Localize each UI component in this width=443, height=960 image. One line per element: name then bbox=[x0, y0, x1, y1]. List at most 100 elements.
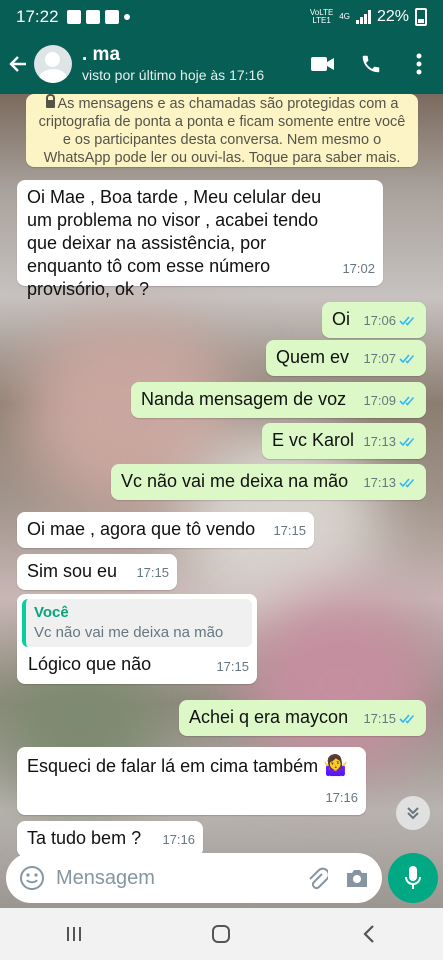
message-text: Vc não vai me deixa na mão bbox=[121, 471, 349, 491]
camera-icon[interactable] bbox=[344, 865, 370, 891]
message-time: 17:02 bbox=[342, 261, 375, 276]
message-text: Achei q era maycon bbox=[189, 707, 349, 727]
recent-apps-icon bbox=[66, 927, 81, 941]
facebook-icon bbox=[66, 10, 81, 24]
message-text: Ta tudo bem ? bbox=[27, 828, 142, 848]
message-incoming[interactable]: Ta tudo bem ? 17:16 bbox=[17, 821, 203, 857]
mic-icon bbox=[405, 866, 421, 889]
message-time: 17:13 bbox=[363, 475, 396, 490]
message-time: 17:16 bbox=[325, 790, 358, 805]
back-icon bbox=[363, 925, 374, 943]
read-receipt-icon bbox=[399, 714, 415, 724]
message-meta: 17:13 bbox=[363, 430, 418, 453]
message-icon bbox=[104, 10, 119, 24]
home-button[interactable] bbox=[197, 910, 245, 958]
message-meta: 17:02 bbox=[342, 257, 375, 280]
message-text: E vc Karol bbox=[272, 430, 355, 450]
read-receipt-icon bbox=[399, 478, 415, 488]
gallery-icon bbox=[85, 10, 100, 24]
message-text: Oi bbox=[332, 309, 350, 329]
message-outgoing[interactable]: Achei q era maycon 17:15 bbox=[179, 700, 426, 736]
encryption-notice[interactable]: As mensagens e as chamadas são protegida… bbox=[26, 94, 418, 167]
message-incoming[interactable]: Sim sou eu 17:15 bbox=[17, 554, 177, 590]
message-outgoing[interactable]: Vc não vai me deixa na mão 17:13 bbox=[111, 464, 426, 500]
lock-icon bbox=[45, 94, 55, 108]
message-meta: 17:09 bbox=[363, 389, 418, 412]
message-time: 17:06 bbox=[363, 313, 396, 328]
message-meta: 17:15 bbox=[273, 519, 306, 542]
status-right: VoLTE LTE1 4G 22% bbox=[310, 8, 427, 26]
header-actions bbox=[299, 40, 443, 88]
back-arrow-icon[interactable] bbox=[4, 34, 32, 94]
notification-icons bbox=[66, 10, 130, 24]
message-meta: 17:15 bbox=[216, 655, 249, 678]
scroll-down-button[interactable] bbox=[396, 796, 430, 830]
message-composer: Mensagem bbox=[6, 853, 382, 903]
message-time: 17:15 bbox=[363, 711, 396, 726]
message-text: Oi mae , agora que tô vendo bbox=[27, 519, 256, 539]
chat-header: . ma visto por último hoje às 17:16 bbox=[0, 34, 443, 94]
last-seen: visto por último hoje às 17:16 bbox=[82, 67, 265, 83]
message-meta: 17:16 bbox=[325, 786, 358, 809]
message-time: 17:13 bbox=[363, 434, 396, 449]
message-text: Lógico que não bbox=[28, 654, 152, 674]
status-bar: 17:22 VoLTE LTE1 4G 22% bbox=[0, 0, 443, 34]
read-receipt-icon bbox=[399, 316, 415, 326]
message-incoming-reply[interactable]: Você Vc não vai me deixa na mão Lógico q… bbox=[17, 594, 257, 684]
message-outgoing[interactable]: Oi 17:06 bbox=[322, 302, 426, 338]
message-time: 17:15 bbox=[216, 659, 249, 674]
volte-indicator: VoLTE LTE1 bbox=[310, 9, 333, 25]
message-time: 17:15 bbox=[136, 565, 169, 580]
message-incoming[interactable]: Oi mae , agora que tô vendo 17:15 bbox=[17, 512, 314, 548]
lte-label: LTE1 bbox=[312, 16, 331, 25]
contact-info[interactable]: . ma visto por último hoje às 17:16 bbox=[82, 44, 264, 84]
message-meta: 17:16 bbox=[162, 828, 195, 851]
recent-apps-button[interactable] bbox=[50, 910, 98, 958]
read-receipt-icon bbox=[399, 437, 415, 447]
battery-percent: 22% bbox=[376, 8, 409, 25]
attach-icon[interactable] bbox=[304, 865, 330, 891]
read-receipt-icon bbox=[399, 354, 415, 364]
message-text: Esqueci de falar lá em cima também bbox=[27, 756, 319, 776]
shrug-emoji-icon: 🤷‍♀️ bbox=[323, 755, 349, 777]
system-nav-bar bbox=[0, 908, 443, 960]
message-meta: 17:13 bbox=[363, 471, 418, 494]
signal-icon bbox=[355, 10, 371, 24]
contact-name: . ma bbox=[82, 44, 121, 65]
more-notifications-icon bbox=[123, 14, 130, 20]
message-outgoing[interactable]: E vc Karol 17:13 bbox=[262, 423, 426, 459]
message-input[interactable]: Mensagem bbox=[56, 867, 290, 890]
quote-text: Vc não vai me deixa na mão bbox=[34, 624, 224, 641]
phone-icon[interactable] bbox=[347, 40, 395, 88]
more-icon[interactable] bbox=[395, 40, 443, 88]
message-incoming[interactable]: Esqueci de falar lá em cima também 🤷‍♀️ … bbox=[17, 747, 366, 815]
back-button[interactable] bbox=[345, 910, 393, 958]
message-time: 17:07 bbox=[363, 351, 396, 366]
home-icon bbox=[212, 925, 231, 943]
message-text: Sim sou eu bbox=[27, 561, 118, 581]
message-time: 17:16 bbox=[162, 832, 195, 847]
message-outgoing[interactable]: Quem ev 17:07 bbox=[266, 340, 426, 376]
read-receipt-icon bbox=[399, 396, 415, 406]
message-meta: 17:07 bbox=[363, 347, 418, 370]
message-outgoing[interactable]: Nanda mensagem de voz 17:09 bbox=[131, 382, 426, 418]
video-call-icon[interactable] bbox=[299, 40, 347, 88]
message-incoming[interactable]: Oi Mae , Boa tarde , Meu celular deu um … bbox=[17, 180, 383, 299]
message-text: Oi Mae , Boa tarde , Meu celular deu um … bbox=[27, 187, 322, 299]
message-text: Quem ev bbox=[276, 347, 350, 367]
message-text: Nanda mensagem de voz bbox=[141, 389, 347, 409]
message-meta: 17:15 bbox=[136, 561, 169, 584]
status-time: 17:22 bbox=[16, 7, 59, 26]
message-time: 17:09 bbox=[363, 393, 396, 408]
battery-icon bbox=[415, 8, 427, 26]
message-meta: 17:15 bbox=[363, 707, 418, 730]
mic-button[interactable] bbox=[388, 853, 438, 903]
message-meta: 17:06 bbox=[363, 309, 418, 332]
avatar[interactable] bbox=[34, 45, 72, 83]
message-time: 17:15 bbox=[273, 523, 306, 538]
double-chevron-down-icon bbox=[407, 807, 419, 820]
chat-area[interactable]: As mensagens e as chamadas são protegida… bbox=[0, 94, 443, 908]
emoji-icon[interactable] bbox=[18, 864, 46, 892]
quote-author: Você bbox=[34, 604, 69, 621]
quoted-message[interactable]: Você Vc não vai me deixa na mão bbox=[22, 599, 252, 647]
